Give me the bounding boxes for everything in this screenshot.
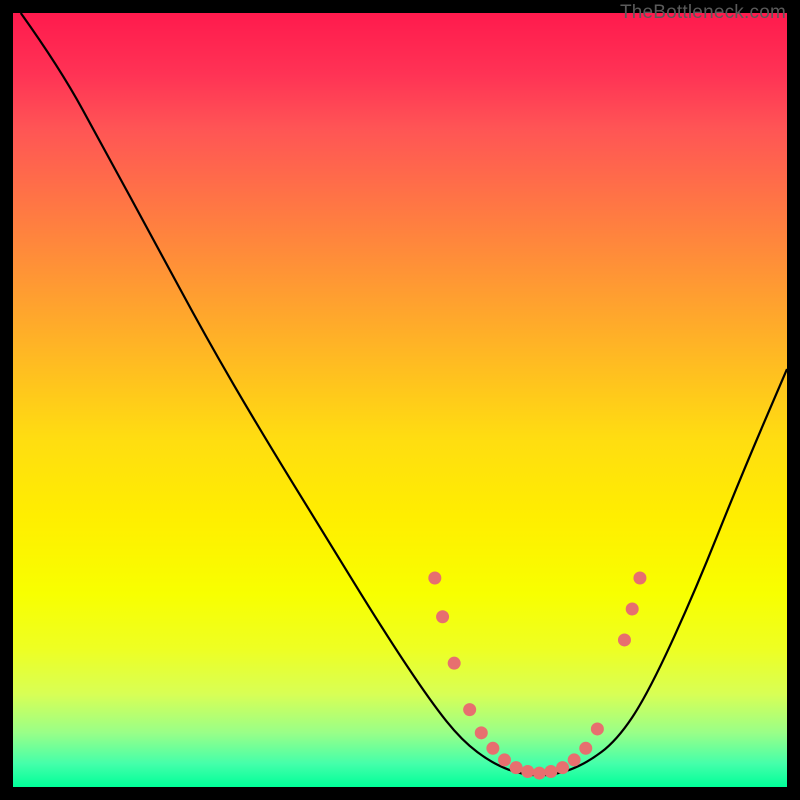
data-marker: [486, 742, 499, 755]
data-marker: [463, 703, 476, 716]
data-marker: [475, 726, 488, 739]
data-marker: [521, 765, 534, 778]
data-marker: [633, 572, 646, 585]
data-marker: [626, 602, 639, 615]
curve-markers: [428, 572, 646, 780]
data-marker: [579, 742, 592, 755]
data-marker: [544, 765, 557, 778]
data-marker: [436, 610, 449, 623]
data-marker: [428, 572, 441, 585]
data-marker: [510, 761, 523, 774]
watermark-text: TheBottleneck.com: [620, 2, 786, 24]
data-marker: [533, 767, 546, 780]
data-marker: [591, 722, 604, 735]
chart-svg: [13, 13, 787, 787]
data-marker: [556, 761, 569, 774]
plot-area: [13, 13, 787, 787]
data-marker: [448, 657, 461, 670]
data-marker: [568, 753, 581, 766]
data-marker: [618, 633, 631, 646]
data-marker: [498, 753, 511, 766]
bottleneck-curve: [21, 13, 787, 775]
